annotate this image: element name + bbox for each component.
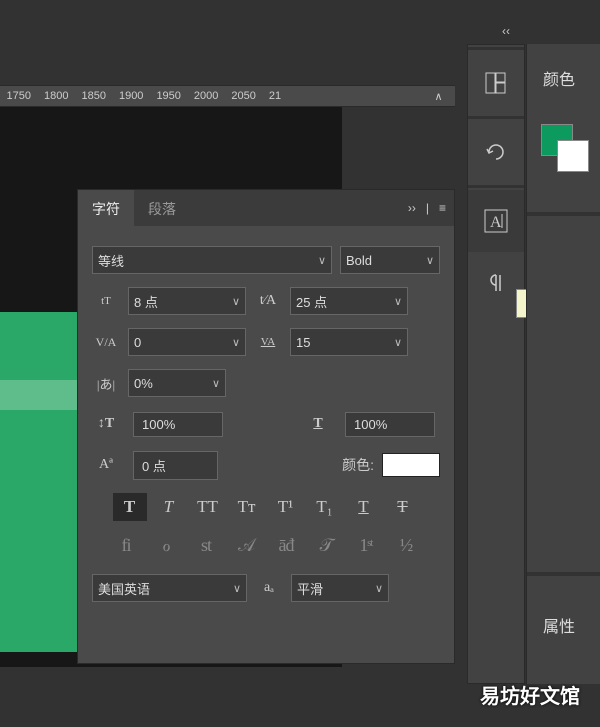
- font-size-value: 8 点: [134, 292, 158, 311]
- tsume-select[interactable]: 0% ∨: [128, 369, 226, 397]
- baseline-shift-value: 0 点: [133, 451, 218, 480]
- superscript-button[interactable]: T¹: [269, 493, 303, 521]
- ruler-tick: 1950: [156, 90, 180, 102]
- faux-bold-button[interactable]: T: [113, 493, 147, 521]
- vertical-scale-input[interactable]: 100%: [128, 410, 228, 438]
- svg-text:A: A: [490, 214, 502, 231]
- fractions-button[interactable]: ½: [390, 535, 422, 556]
- font-size-select[interactable]: 8 点 ∨: [128, 287, 246, 315]
- color-label: 颜色:: [342, 455, 374, 475]
- ruler-tick: 2000: [194, 90, 218, 102]
- strikethrough-button[interactable]: T: [386, 493, 420, 521]
- dock-character-icon[interactable]: A: [468, 190, 524, 252]
- antialias-select[interactable]: 平滑 ∨: [291, 574, 389, 602]
- subscript-button[interactable]: T₁: [308, 493, 342, 521]
- font-style-value: Bold: [346, 253, 372, 268]
- watermark: 易坊好文馆: [480, 680, 580, 709]
- right-sidebar: 颜色 属性: [526, 44, 600, 684]
- ordinals-button[interactable]: 1ˢᵗ: [350, 535, 382, 556]
- panel-tabs: 字符 段落 ›› | ≡: [78, 190, 454, 226]
- chevron-down-icon: ∨: [394, 336, 402, 349]
- ligatures-button[interactable]: fi: [110, 535, 142, 556]
- ruler-tick: 21: [269, 90, 281, 102]
- tracking-select[interactable]: 15 ∨: [290, 328, 408, 356]
- tracking-value: 15: [296, 335, 310, 350]
- kerning-icon: V/A: [92, 335, 120, 350]
- horizontal-scale-value: 100%: [345, 412, 435, 437]
- stylistic-alt-button[interactable]: āđ: [270, 535, 302, 556]
- font-family-select[interactable]: 等线 ∨: [92, 246, 332, 274]
- swash-button[interactable]: 𝒜: [230, 535, 262, 556]
- background-swatch[interactable]: [557, 140, 589, 172]
- tsume-icon: |あ|: [92, 374, 120, 393]
- kerning-select[interactable]: 0 ∨: [128, 328, 246, 356]
- antialias-icon: aₐ: [255, 580, 283, 596]
- chevron-down-icon: ∨: [212, 377, 220, 390]
- chevron-down-icon: ∨: [426, 254, 434, 267]
- chevron-down-icon: ∨: [394, 295, 402, 308]
- ruler-collapse-icon[interactable]: ∧: [434, 90, 442, 103]
- text-color-swatch[interactable]: [382, 453, 440, 477]
- color-panel-label[interactable]: 颜色: [527, 44, 600, 112]
- divider: |: [426, 201, 429, 215]
- baseline-shift-input[interactable]: 0 点: [128, 451, 223, 479]
- font-style-select[interactable]: Bold ∨: [340, 246, 440, 274]
- horizontal-scale-icon: T: [304, 416, 332, 432]
- leading-icon: t⁄A: [254, 293, 282, 309]
- panel-expand-icon[interactable]: ››: [408, 201, 416, 215]
- font-family-value: 等线: [98, 251, 124, 270]
- leading-value: 25 点: [296, 292, 327, 311]
- horizontal-scale-input[interactable]: 100%: [340, 410, 440, 438]
- tsume-value: 0%: [134, 376, 153, 391]
- contextual-alt-button[interactable]: ℴ: [150, 535, 182, 556]
- character-panel: 字符 段落 ›› | ≡ 等线 ∨ Bold ∨ tT 8 点 ∨ t⁄A: [77, 189, 455, 664]
- ruler-tick: 1850: [81, 90, 105, 102]
- tab-character[interactable]: 字符: [78, 190, 134, 226]
- dock-history-icon[interactable]: [468, 121, 524, 183]
- all-caps-button[interactable]: TT: [191, 493, 225, 521]
- tracking-icon: VA: [254, 336, 282, 348]
- horizontal-ruler: 1750 1800 1850 1900 1950 2000 2050 21 ∧: [0, 85, 455, 107]
- titling-alt-button[interactable]: 𝒯: [310, 535, 342, 556]
- ruler-tick: 1800: [44, 90, 68, 102]
- small-caps-button[interactable]: Tᴛ: [230, 493, 264, 521]
- tab-paragraph[interactable]: 段落: [134, 190, 190, 226]
- chevron-down-icon: ∨: [233, 582, 241, 595]
- vertical-scale-value: 100%: [133, 412, 223, 437]
- panel-menu-icon[interactable]: ≡: [439, 201, 446, 215]
- ruler-tick: 1750: [7, 90, 31, 102]
- chevron-down-icon: ∨: [318, 254, 326, 267]
- underline-button[interactable]: T: [347, 493, 381, 521]
- ruler-tick: 1900: [119, 90, 143, 102]
- ruler-tick: 2050: [231, 90, 255, 102]
- antialias-value: 平滑: [297, 579, 323, 598]
- dock-swatches-icon[interactable]: [468, 52, 524, 114]
- properties-panel-label[interactable]: 属性: [527, 591, 591, 659]
- leading-select[interactable]: 25 点 ∨: [290, 287, 408, 315]
- faux-italic-button[interactable]: T: [152, 493, 186, 521]
- vertical-scale-icon: ↕T: [92, 416, 120, 432]
- collapse-panels-icon[interactable]: ‹‹: [502, 24, 510, 38]
- chevron-down-icon: ∨: [375, 582, 383, 595]
- font-size-icon: tT: [92, 295, 120, 307]
- discretionary-lig-button[interactable]: st: [190, 535, 222, 556]
- chevron-down-icon: ∨: [232, 336, 240, 349]
- language-select[interactable]: 美国英语 ∨: [92, 574, 247, 602]
- opentype-row: fi ℴ st 𝒜 āđ 𝒯 1ˢᵗ ½: [92, 535, 440, 556]
- type-style-row: T T TT Tᴛ T¹ T₁ T T: [92, 493, 440, 521]
- chevron-down-icon: ∨: [232, 295, 240, 308]
- baseline-shift-icon: Aª: [92, 457, 120, 473]
- kerning-value: 0: [134, 335, 141, 350]
- icon-dock: A 字符: [467, 44, 525, 684]
- language-value: 美国英语: [98, 579, 150, 598]
